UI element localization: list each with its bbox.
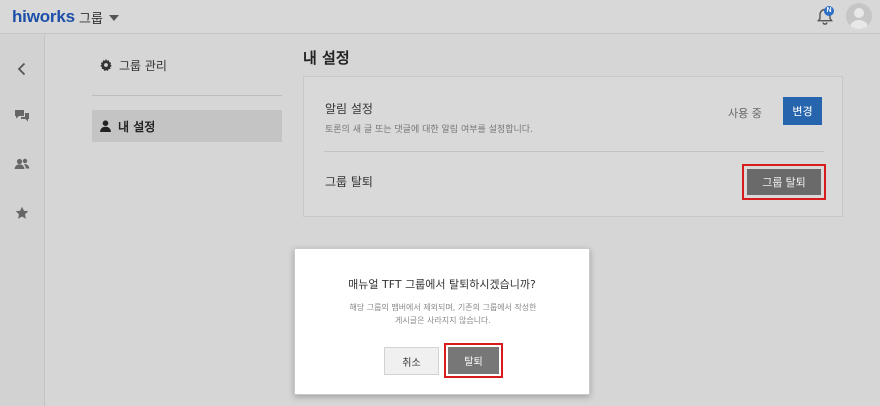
chat-bubbles-icon [15,110,29,122]
notification-setting-description: 토론의 새 글 또는 댓글에 대한 알림 여부를 설정합니다. [325,125,533,135]
user-avatar[interactable] [846,3,872,29]
panel-divider [324,151,824,152]
change-notification-button[interactable]: 변경 [783,97,822,125]
confirm-leave-button[interactable]: 탈퇴 [448,347,499,374]
nav-my-settings[interactable]: 내 설정 [92,110,282,142]
chevron-left-icon [17,62,26,76]
page-title: 내 설정 [303,49,350,67]
cancel-button[interactable]: 취소 [384,347,439,375]
confirm-highlight: 탈퇴 [444,343,503,378]
settings-panel: 알림 설정 토론의 새 글 또는 댓글에 대한 알림 여부를 설정합니다. 사용… [303,76,843,217]
nav-group-manage[interactable]: 그룹 관리 [92,50,282,80]
rail-members-button[interactable] [11,153,33,175]
leave-group-highlight: 그룹 탈퇴 [742,164,826,200]
users-icon [14,158,30,169]
rail-discussion-button[interactable] [11,105,33,127]
app-logo[interactable]: hiworks [12,7,75,27]
dialog-detail: 해당 그룹의 멤버에서 제외되며, 기존의 그룹에서 작성한 게시글은 사라지지… [325,301,561,327]
left-rail [0,35,45,406]
star-icon [15,206,29,219]
person-icon [100,120,111,132]
chevron-down-icon [108,15,119,21]
notification-bell-button[interactable]: N [814,6,836,28]
dialog-question: 매뉴얼 TFT 그룹에서 탈퇴하시겠습니까? [348,278,536,291]
nav-my-settings-label: 내 설정 [118,119,156,134]
nav-group-manage-label: 그룹 관리 [119,58,167,73]
top-bar: hiworks 그룹 N [0,0,880,34]
leave-group-button[interactable]: 그룹 탈퇴 [747,169,821,195]
dialog-detail-line-1: 해당 그룹의 멤버에서 제외되며, 기존의 그룹에서 작성한 [349,303,537,312]
group-menu-dropdown[interactable]: 그룹 [79,8,119,27]
notification-setting-title: 알림 설정 [325,102,373,116]
dialog-detail-line-2: 게시글은 사라지지 않습니다. [395,316,491,325]
leave-group-title: 그룹 탈퇴 [325,175,373,189]
gear-icon [100,59,112,71]
group-menu-label: 그룹 [79,12,103,27]
rail-favorites-button[interactable] [11,202,33,224]
notification-badge: N [824,6,834,16]
collapse-button[interactable] [11,58,33,80]
notification-status: 사용 중 [728,107,762,120]
leave-confirm-dialog: 매뉴얼 TFT 그룹에서 탈퇴하시겠습니까? 해당 그룹의 멤버에서 제외되며,… [294,248,590,395]
user-avatar-icon [849,8,869,29]
nav-divider [92,95,282,96]
